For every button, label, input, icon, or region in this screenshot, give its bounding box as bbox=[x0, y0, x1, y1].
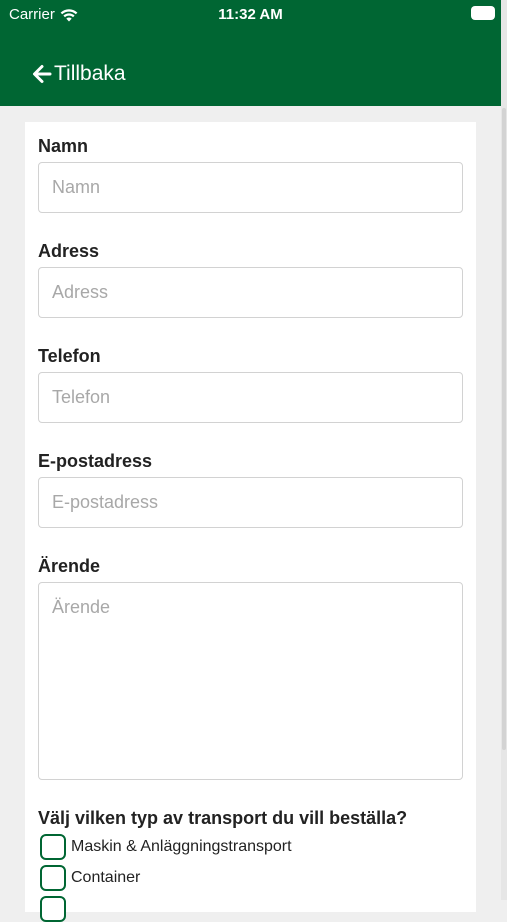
transport-option-container[interactable]: Container bbox=[40, 865, 140, 891]
transport-option-label: Container bbox=[71, 869, 141, 886]
nav-bar: Tillbaka bbox=[0, 30, 501, 106]
address-label: Adress bbox=[38, 241, 100, 261]
scrollbar-thumb[interactable] bbox=[502, 108, 506, 750]
checkbox[interactable] bbox=[40, 834, 66, 860]
back-button[interactable]: Tillbaka bbox=[32, 62, 126, 86]
subject-textarea[interactable] bbox=[38, 582, 463, 780]
subject-label: Ärende bbox=[38, 556, 101, 576]
email-label: E-postadress bbox=[38, 451, 153, 471]
contact-form: Namn Adress Telefon E-postadress Ärende … bbox=[25, 122, 476, 922]
transport-option-label: Maskin & Anläggningstransport bbox=[71, 838, 292, 855]
email-input[interactable] bbox=[38, 477, 463, 528]
battery-icon bbox=[471, 6, 495, 20]
checkbox[interactable] bbox=[40, 865, 66, 891]
phone-label: Telefon bbox=[38, 346, 101, 366]
transport-option-machine[interactable]: Maskin & Anläggningstransport bbox=[40, 834, 292, 860]
name-input[interactable] bbox=[38, 162, 463, 213]
arrow-left-icon bbox=[33, 65, 52, 83]
status-time: 11:32 AM bbox=[218, 6, 283, 23]
status-bar: Carrier 11:32 AM bbox=[0, 0, 501, 30]
name-label: Namn bbox=[38, 136, 89, 156]
phone-input[interactable] bbox=[38, 372, 463, 423]
back-label: Tillbaka bbox=[54, 62, 126, 85]
address-input[interactable] bbox=[38, 267, 463, 318]
transport-question: Välj vilken typ av transport du vill bes… bbox=[38, 808, 408, 828]
